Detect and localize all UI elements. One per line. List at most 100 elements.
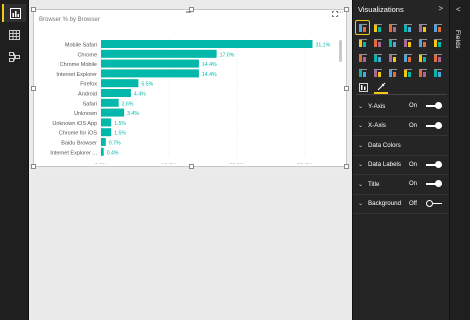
bar	[101, 118, 112, 127]
waterfall-icon[interactable]	[356, 51, 369, 64]
format-card-label: X-Axis	[368, 122, 386, 130]
table-icon-glyph	[433, 53, 442, 62]
format-card-title[interactable]: ⌄ Title On	[353, 175, 449, 195]
donut-icon[interactable]	[431, 66, 444, 79]
chevron-down-icon[interactable]: ⌄	[356, 181, 365, 188]
treemap-icon[interactable]	[401, 51, 414, 64]
chevron-down-icon[interactable]: ⌄	[356, 103, 365, 110]
toggle-knob	[435, 160, 442, 168]
table-icon[interactable]	[431, 51, 444, 64]
category-label: Android	[78, 92, 97, 98]
bar	[101, 40, 313, 48]
multirow-card-icon[interactable]	[401, 66, 414, 79]
ribbon-chart-icon[interactable]	[431, 36, 444, 49]
resize-handle-bl[interactable]	[31, 164, 36, 169]
paint-roller-icon	[377, 82, 385, 90]
stacked-column-icon[interactable]	[371, 21, 384, 34]
kpi-icon-glyph	[418, 68, 427, 77]
line-clustered-icon-glyph	[418, 38, 427, 47]
line-column-icon-glyph	[403, 38, 412, 47]
kpi-icon[interactable]	[416, 66, 429, 79]
powerbi-app: ═ ··· Browser % by Browser 0.0%10.0%20.0…	[0, 0, 470, 320]
clustered-bar-icon[interactable]	[386, 21, 399, 34]
toggle-switch[interactable]	[426, 102, 442, 109]
bar-chart-visual[interactable]: ═ ··· Browser % by Browser 0.0%10.0%20.0…	[31, 7, 349, 169]
filled-map-icon[interactable]	[356, 66, 369, 79]
toggle-switch[interactable]	[426, 199, 442, 207]
visualizations-panel: Visualizations > ⌄ Y-Axis On ⌄ X-Axis On ⌄ Data…	[352, 0, 449, 320]
gauge-icon[interactable]	[371, 66, 384, 79]
stacked-area-icon[interactable]	[386, 36, 399, 49]
resize-handle-bottom[interactable]	[189, 164, 194, 169]
format-tab[interactable]	[374, 80, 388, 94]
fields-label[interactable]: Fields	[454, 30, 461, 49]
fields-tab[interactable]	[356, 80, 370, 94]
format-card-data-labels[interactable]: ⌄ Data Labels On	[353, 156, 449, 175]
report-view-button[interactable]	[2, 4, 26, 22]
category-label: Unknown	[74, 111, 97, 117]
bar	[101, 147, 104, 156]
filled-map-icon-glyph	[358, 68, 367, 77]
chevron-down-icon[interactable]: ⌄	[356, 200, 365, 207]
card-icon[interactable]	[386, 66, 399, 79]
bar	[101, 59, 199, 68]
card-icon-glyph	[388, 68, 397, 77]
data-label: 2.6%	[122, 101, 134, 107]
bar	[101, 108, 125, 117]
line-column-icon[interactable]	[401, 36, 414, 49]
chevron-down-icon[interactable]: ⌄	[356, 122, 365, 129]
collapse-visualizations-icon[interactable]: >	[438, 4, 443, 13]
map-icon[interactable]	[416, 51, 429, 64]
relationships-view-button[interactable]	[4, 48, 25, 66]
bar-chart-icon	[9, 7, 21, 19]
line-chart-icon[interactable]	[356, 36, 369, 49]
format-card-label: Data Labels	[368, 161, 402, 169]
chevron-down-icon[interactable]: ⌄	[356, 142, 365, 149]
multirow-card-icon-glyph	[403, 68, 412, 77]
data-view-button[interactable]	[4, 26, 25, 44]
line-clustered-icon[interactable]	[416, 36, 429, 49]
pie-icon[interactable]	[386, 51, 399, 64]
category-label: Safari	[83, 101, 97, 107]
format-card-data-colors[interactable]: ⌄ Data Colors	[353, 136, 449, 156]
resize-handle-br[interactable]	[344, 164, 349, 169]
toggle-state-label: On	[409, 122, 418, 129]
100-bar-icon[interactable]	[416, 21, 429, 34]
toggle-knob	[435, 121, 442, 129]
fields-panel: < Fields	[449, 0, 470, 320]
data-label: 1.5%	[114, 131, 126, 137]
treemap-icon-glyph	[403, 53, 412, 62]
category-label: Baidu Browser	[61, 141, 97, 147]
toggle-switch[interactable]	[426, 160, 442, 168]
100-column-icon-glyph	[433, 23, 442, 32]
report-canvas[interactable]: ═ ··· Browser % by Browser 0.0%10.0%20.0…	[29, 0, 352, 320]
left-nav	[0, 0, 29, 320]
clustered-column-icon[interactable]	[401, 21, 414, 34]
stacked-bar-icon[interactable]	[355, 20, 370, 35]
100-column-icon[interactable]	[431, 21, 444, 34]
resize-handle-tl[interactable]	[31, 7, 36, 12]
format-card-y-axis[interactable]: ⌄ Y-Axis On	[353, 97, 449, 117]
clustered-column-icon-glyph	[403, 23, 412, 32]
data-label: 0.7%	[109, 141, 121, 147]
area-chart-icon[interactable]	[371, 36, 384, 49]
chevron-down-icon[interactable]: ⌄	[356, 161, 365, 168]
category-label: Chrome	[77, 52, 97, 58]
map-icon-glyph	[418, 53, 427, 62]
visual-scrollbar[interactable]	[339, 40, 342, 62]
format-card-label: Y-Axis	[368, 102, 386, 110]
toggle-state-label: On	[409, 181, 418, 188]
expand-fields-icon[interactable]: <	[456, 5, 461, 14]
category-label: Internet Explorer ...	[50, 150, 97, 156]
tab-divider	[356, 94, 447, 95]
format-card-background[interactable]: ⌄ Background Off	[353, 195, 449, 214]
format-card-label: Background	[368, 200, 402, 208]
scatter-icon[interactable]	[371, 51, 384, 64]
toggle-switch[interactable]	[426, 121, 442, 129]
line-chart-icon-glyph	[358, 38, 367, 47]
resize-handle-tr[interactable]	[344, 7, 349, 12]
format-properties: ⌄ Y-Axis On ⌄ X-Axis On ⌄ Data Colors ⌄ Data Labe…	[353, 97, 449, 214]
format-card-x-axis[interactable]: ⌄ X-Axis On	[353, 117, 449, 136]
canvas-page-area	[29, 175, 352, 320]
toggle-switch[interactable]	[426, 180, 442, 187]
